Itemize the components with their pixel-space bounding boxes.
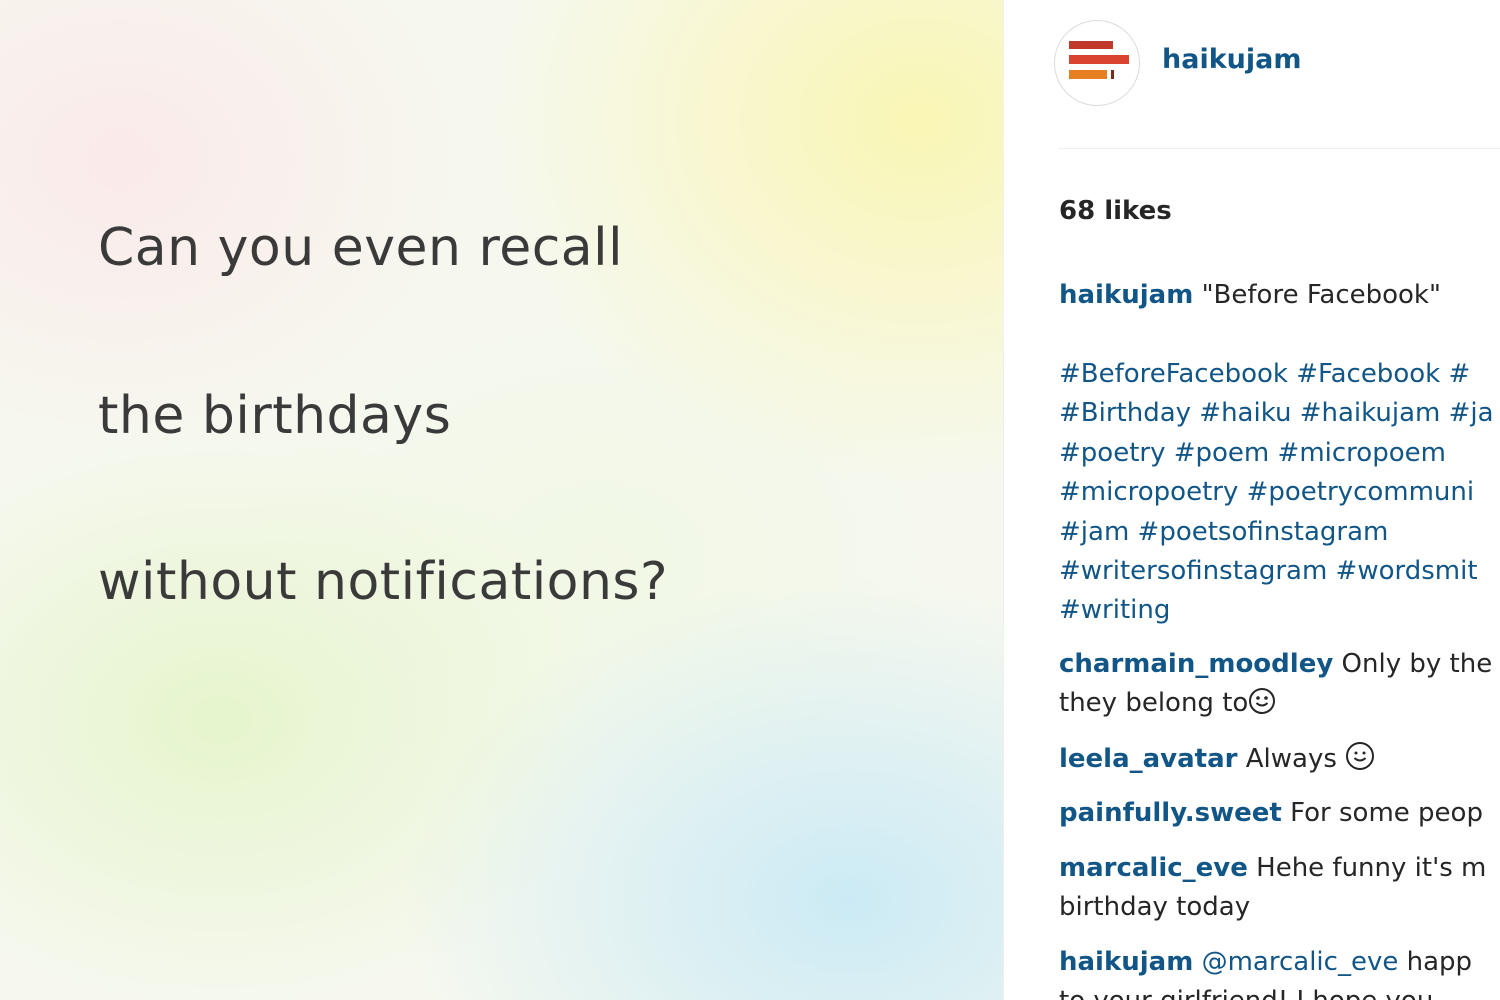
hashtag-row: #micropoetry #poetrycommuni xyxy=(1059,473,1500,512)
caption-text: "Before Facebook" xyxy=(1201,280,1441,310)
comment-text: they belong to xyxy=(1059,688,1249,718)
comment-text: to your girlfriend! I hope you xyxy=(1059,986,1433,1000)
comment: marcalic_eve Hehe funny it's m birthday … xyxy=(1059,849,1500,927)
hashtag-row: #writersofinstagram #wordsmit xyxy=(1059,552,1500,591)
hashtag-link[interactable]: #poetsofinstagram xyxy=(1138,517,1389,547)
post-header: haikujam xyxy=(1054,20,1494,108)
hashtag-link[interactable]: # xyxy=(1448,359,1470,389)
comment-username-link[interactable]: haikujam xyxy=(1059,947,1193,977)
hashtag-link[interactable]: #micropoetry xyxy=(1059,477,1238,507)
hashtag-link[interactable]: #writing xyxy=(1059,595,1170,625)
hashtag-link[interactable]: #poetrycommuni xyxy=(1247,477,1475,507)
hashtag-link[interactable]: #Facebook xyxy=(1296,359,1440,389)
hashtag-link[interactable]: #haikujam xyxy=(1300,398,1441,428)
comment-text: birthday today xyxy=(1059,892,1251,922)
hashtag-row: #BeforeFacebook #Facebook # xyxy=(1059,355,1500,394)
comment: charmain_moodley Only by the they belong… xyxy=(1059,645,1500,723)
hashtag-link[interactable]: #ja xyxy=(1449,398,1494,428)
comment-username-link[interactable]: leela_avatar xyxy=(1059,744,1237,774)
comment: haikujam @marcalic_eve happ to your girl… xyxy=(1059,943,1500,1000)
caption-username-link[interactable]: haikujam xyxy=(1059,280,1193,310)
hashtag-link[interactable]: #Birthday xyxy=(1059,398,1191,428)
hashtag-link[interactable]: #poetry xyxy=(1059,438,1165,468)
hashtag-link[interactable]: #micropoem xyxy=(1278,438,1446,468)
haiku-line-2: the birthdays xyxy=(98,386,452,446)
smiley-face-icon xyxy=(1346,742,1375,770)
comment-username-link[interactable]: charmain_moodley xyxy=(1059,649,1333,679)
post-sidebar: haikujam 68 likes haikujam "Before Faceb… xyxy=(1003,0,1500,1000)
instagram-post-page: Can you even recall the birthdays withou… xyxy=(0,0,1500,1000)
haiku-line-3: without notifications? xyxy=(98,552,669,612)
hashtag-row: #Birthday #haiku #haikujam #ja xyxy=(1059,394,1500,433)
comment-text: For some peop xyxy=(1290,798,1483,828)
hashtag-list: #BeforeFacebook #Facebook # #Birthday #h… xyxy=(1059,355,1500,631)
hashtag-row: #jam #poetsofinstagram xyxy=(1059,513,1500,552)
hashtag-link[interactable]: #BeforeFacebook xyxy=(1059,359,1288,389)
haiku-line-1: Can you even recall xyxy=(98,218,624,278)
header-divider xyxy=(1058,148,1500,149)
header-username-link[interactable]: haikujam xyxy=(1162,44,1301,75)
post-caption: haikujam "Before Facebook" xyxy=(1059,280,1441,310)
hashtag-link[interactable]: #wordsmit xyxy=(1336,556,1478,586)
comment-mention-link[interactable]: @marcalic_eve xyxy=(1202,947,1399,977)
comment-username-link[interactable]: marcalic_eve xyxy=(1059,853,1248,883)
comment: leela_avatar Always xyxy=(1059,740,1500,779)
post-image[interactable]: Can you even recall the birthdays withou… xyxy=(0,0,1003,1000)
comment-text: happ xyxy=(1406,947,1473,977)
comment-username-link[interactable]: painfully.sweet xyxy=(1059,798,1282,828)
hashtag-link[interactable]: #writersofinstagram xyxy=(1059,556,1327,586)
comment-text: Hehe funny it's m xyxy=(1256,853,1487,883)
likes-count[interactable]: 68 likes xyxy=(1059,196,1172,226)
smiley-face-icon xyxy=(1249,688,1276,714)
comment-text: Always xyxy=(1245,744,1337,774)
hashtag-link[interactable]: #poem xyxy=(1174,438,1270,468)
hashtag-row: #poetry #poem #micropoem xyxy=(1059,434,1500,473)
haikujam-logo-icon xyxy=(1069,41,1129,79)
hashtag-link[interactable]: #jam xyxy=(1059,517,1129,547)
comment: painfully.sweet For some peop xyxy=(1059,794,1500,833)
avatar[interactable] xyxy=(1054,20,1140,106)
hashtag-link[interactable]: #haiku xyxy=(1199,398,1291,428)
comment-text: Only by the xyxy=(1341,649,1493,679)
hashtag-row: #writing xyxy=(1059,591,1500,630)
